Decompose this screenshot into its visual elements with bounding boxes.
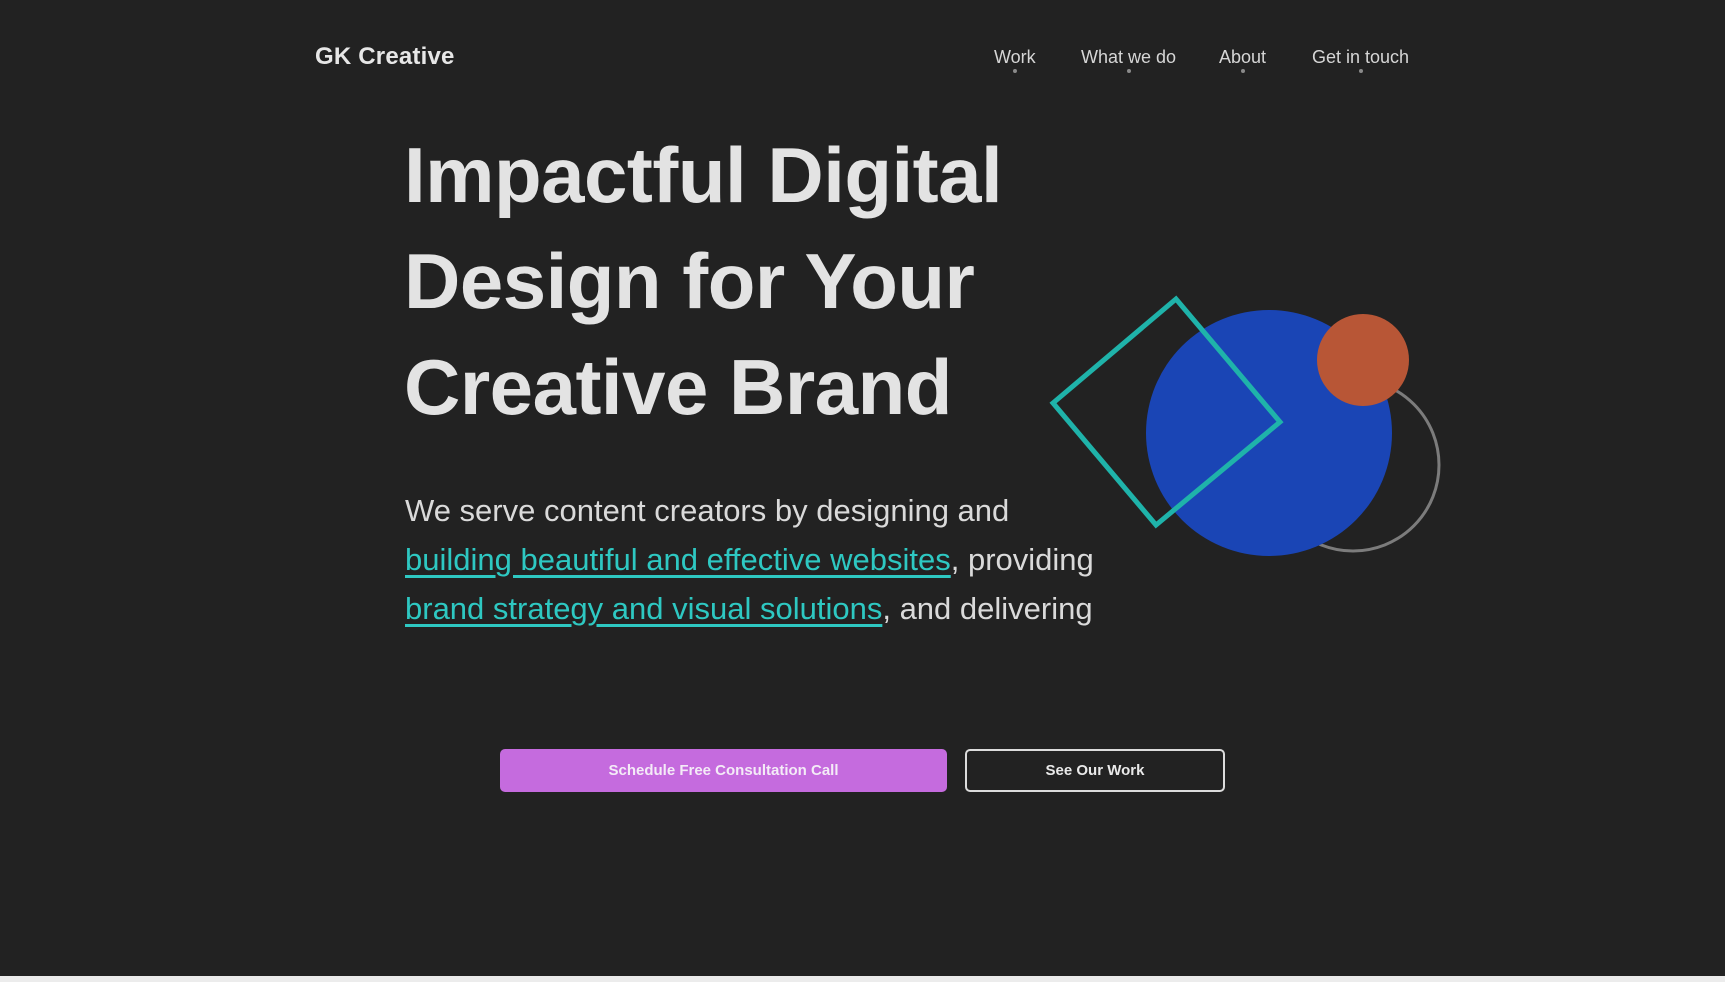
hero-illustration — [1049, 295, 1441, 556]
nav-indicator-dot — [1012, 69, 1017, 73]
hero-title-line: Creative Brand — [404, 343, 952, 431]
nav-work-label: Work — [994, 47, 1036, 67]
main-nav: Work What we do About Get in touch — [0, 47, 1725, 79]
hero-title: Impactful Digital Design for Your Creati… — [404, 122, 1064, 440]
nav-about[interactable]: About — [1219, 47, 1267, 73]
orange-circle-shape — [1317, 314, 1409, 406]
page-bottom-edge — [0, 976, 1725, 982]
schedule-consultation-button[interactable]: Schedule Free Consultation Call — [500, 749, 947, 792]
nav-indicator-dot — [1126, 69, 1131, 73]
hero-subtitle-text: We serve content creators by designing a… — [405, 493, 1010, 528]
nav-what-we-do[interactable]: What we do — [1081, 47, 1177, 73]
nav-indicator-dot — [1240, 69, 1245, 73]
see-our-work-button[interactable]: See Our Work — [965, 749, 1225, 792]
nav-get-in-touch-label: Get in touch — [1312, 47, 1410, 67]
brand-strategy-link[interactable]: brand strategy and visual solutions — [405, 591, 882, 626]
nav-what-we-do-label: What we do — [1081, 47, 1177, 67]
nav-work[interactable]: Work — [994, 47, 1036, 73]
hero-subtitle-text: , and delivering — [882, 591, 1093, 626]
page: GK Creative Work What we do About Get in… — [0, 0, 1725, 976]
websites-link[interactable]: building beautiful and effective website… — [405, 542, 951, 577]
hero-title-line: Impactful Digital — [404, 131, 1003, 219]
hero-title-line: Design for Your — [404, 237, 975, 325]
nav-about-label: About — [1219, 47, 1267, 67]
nav-get-in-touch[interactable]: Get in touch — [1312, 47, 1410, 73]
nav-indicator-dot — [1358, 69, 1363, 73]
